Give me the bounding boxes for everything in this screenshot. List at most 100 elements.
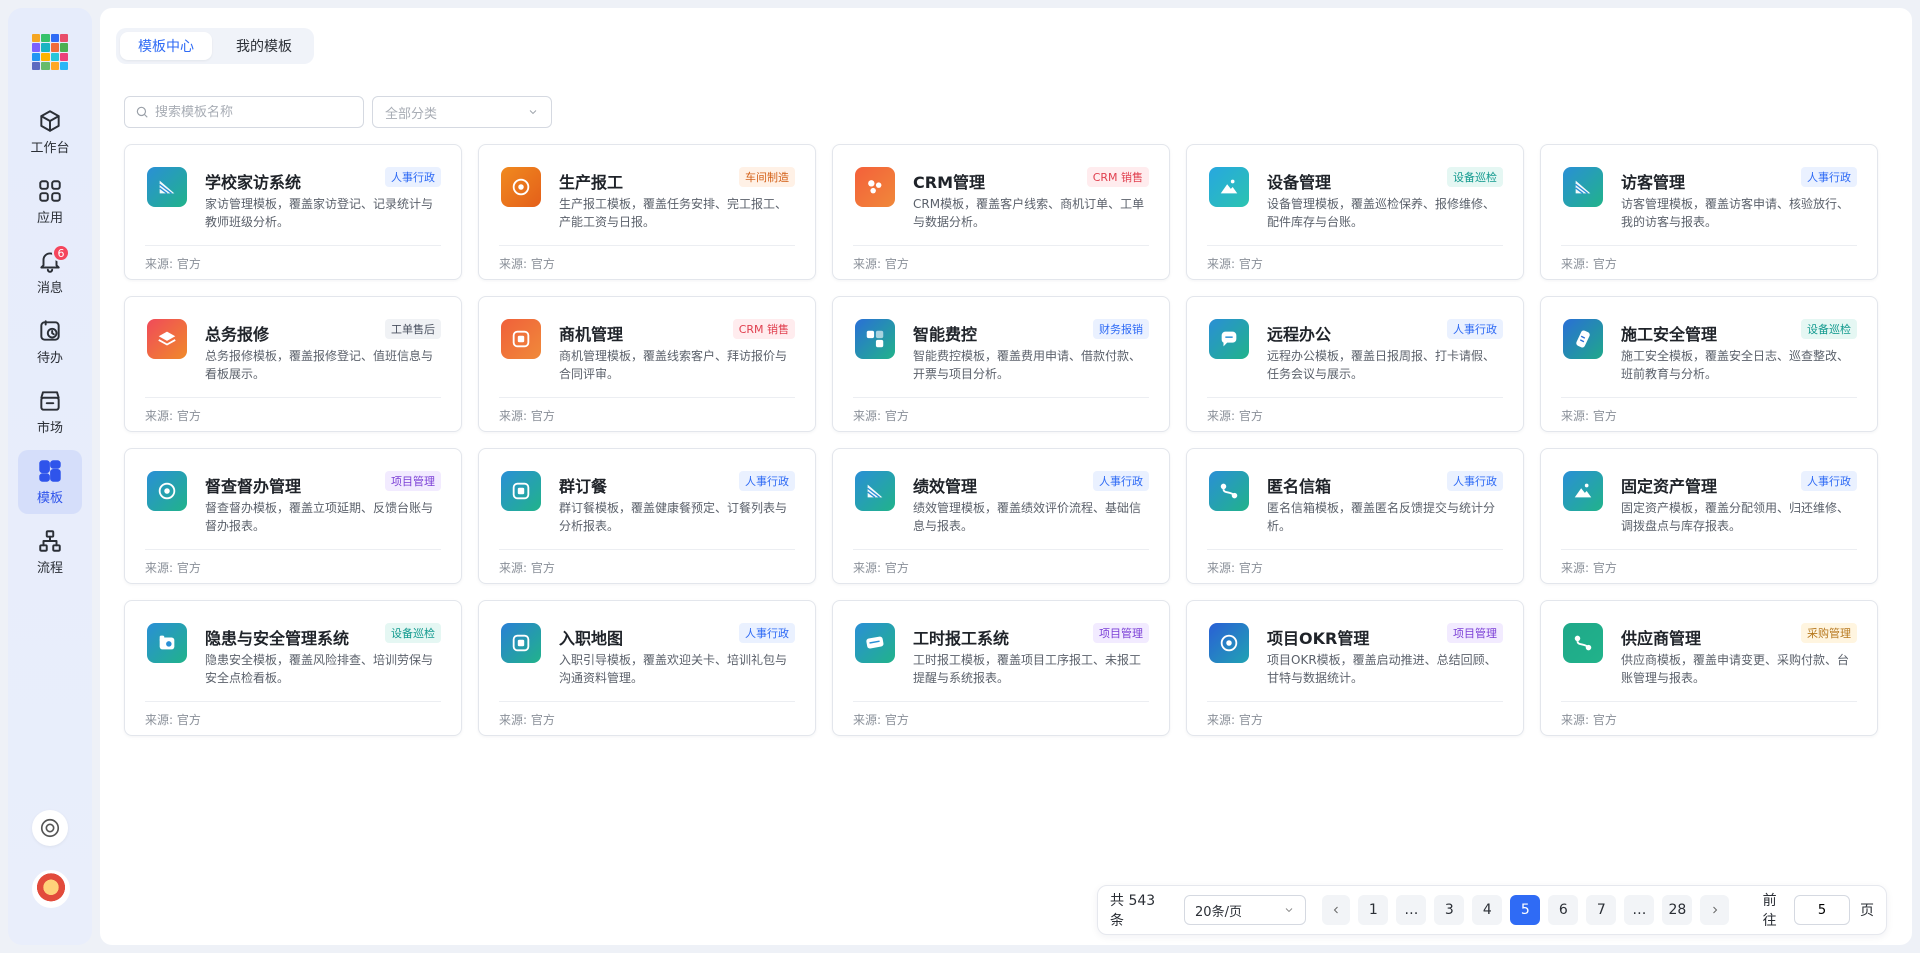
template-name: 群订餐: [559, 477, 608, 496]
category-tag: 人事行政: [1801, 167, 1857, 187]
unread-badge: 6: [52, 244, 70, 262]
template-card[interactable]: 访客管理 人事行政 访客管理模板，覆盖访客申请、核验放行、我的访客与报表。 来源: 官…: [1540, 144, 1878, 280]
template-card[interactable]: 固定资产管理 人事行政 固定资产模板，覆盖分配领用、归还维修、调拨盘点与库存报表。来…: [1540, 448, 1878, 584]
template-card[interactable]: 生产报工 车间制造 生产报工模板，覆盖任务安排、完工报工、产能工资与日报。 来源: 官…: [478, 144, 816, 280]
sidebar-item-3[interactable]: 待办: [18, 310, 82, 374]
category-select-value: 全部分类: [385, 106, 438, 122]
template-source: 来源: 官方: [853, 561, 909, 575]
logo-tile: [59, 61, 68, 70]
nodes-icon: [1220, 483, 1238, 499]
page-button[interactable]: 6: [1548, 895, 1579, 925]
page-button[interactable]: 4: [1472, 895, 1503, 925]
template-card[interactable]: 隐患与安全管理系统 设备巡检 隐患安全模板，覆盖风险排查、培训劳保与安全点检看板。来…: [124, 600, 462, 736]
next-page-button[interactable]: [1700, 895, 1729, 925]
sidebar-item-label: 市场: [36, 421, 63, 436]
sidebar-item-1[interactable]: 应用: [18, 170, 82, 234]
card-divider: [853, 701, 1149, 702]
template-card[interactable]: 供应商管理 采购管理 供应商模板，覆盖申请变更、采购付款、台账管理与报表。 来源: 官…: [1540, 600, 1878, 736]
chevron-right-icon: [1712, 906, 1717, 914]
template-icon-box: [855, 471, 895, 511]
template-card[interactable]: 设备管理 设备巡检 设备管理模板，覆盖巡检保养、报修维修、配件库存与台账。 来源: 官…: [1186, 144, 1524, 280]
template-card[interactable]: 项目OKR管理 项目管理 项目OKR模板，覆盖启动推进、总结回顾、甘特与数据统计。来…: [1186, 600, 1524, 736]
template-card[interactable]: 总务报修 工单售后 总务报修模板，覆盖报修登记、值班信息与看板展示。 来源: 官方: [124, 296, 462, 432]
logo-tile: [32, 61, 41, 70]
card-divider: [499, 245, 795, 246]
sidebar-item-2[interactable]: 消息 6: [18, 240, 82, 304]
page-ellipsis[interactable]: …: [1624, 895, 1655, 925]
template-card[interactable]: 工时报工系统 项目管理 工时报工模板，覆盖项目工序报工、未报工提醒与系统报表。 来源:…: [832, 600, 1170, 736]
card-divider: [853, 397, 1149, 398]
apps-icon: [39, 180, 61, 202]
template-source: 来源: 官方: [145, 257, 201, 271]
template-card[interactable]: 远程办公 人事行政 远程办公模板，覆盖日报周报、打卡请假、任务会议与展示。 来源: 官…: [1186, 296, 1524, 432]
template-source: 来源: 官方: [499, 409, 555, 423]
template-card[interactable]: 学校家访系统 人事行政 家访管理模板，覆盖家访登记、记录统计与教师班级分析。 来源: …: [124, 144, 462, 280]
card-divider: [1207, 701, 1503, 702]
card-divider: [145, 549, 441, 550]
prev-page-button[interactable]: [1322, 895, 1351, 925]
template-name: 商机管理: [559, 325, 624, 344]
category-tag: 工单售后: [385, 319, 441, 339]
template-card[interactable]: 群订餐 人事行政 群订餐模板，覆盖健康餐预定、订餐列表与分析报表。 来源: 官方: [478, 448, 816, 584]
search-input[interactable]: [155, 104, 345, 120]
cube-icon: [40, 110, 60, 132]
logo-tile: [50, 61, 59, 70]
template-description: 生产报工模板，覆盖任务安排、完工报工、产能工资与日报。: [559, 197, 788, 229]
template-description: 隐患安全模板，覆盖风险排查、培训劳保与安全点检看板。: [205, 653, 434, 685]
category-tag: 人事行政: [1447, 319, 1503, 339]
chevron-left-icon: [1333, 906, 1339, 914]
page-size-select[interactable]: 20条/页: [1184, 895, 1307, 925]
template-card[interactable]: CRM管理 CRM 销售 CRM模板，覆盖客户线索、商机订单、工单与数据分析。 来源:…: [832, 144, 1170, 280]
category-select[interactable]: 全部分类: [372, 96, 552, 128]
user-avatar[interactable]: [32, 870, 70, 908]
goto-page: 前往 页: [1763, 890, 1874, 930]
category-tag: CRM 销售: [732, 319, 795, 339]
sidebar-item-0[interactable]: 工作台: [18, 100, 82, 164]
template-icon-box: [147, 167, 187, 207]
app-logo[interactable]: [32, 34, 68, 70]
category-tag: 项目管理: [1447, 623, 1503, 643]
card-divider: [145, 397, 441, 398]
card-divider: [1207, 549, 1503, 550]
page-ellipsis[interactable]: …: [1396, 895, 1427, 925]
tab-my-templates[interactable]: 我的模板: [218, 32, 310, 60]
sidebar-item-4[interactable]: 市场: [18, 380, 82, 444]
template-name: 督查督办管理: [205, 477, 302, 496]
category-tag: 车间制造: [739, 167, 795, 187]
card-divider: [1561, 701, 1857, 702]
template-card[interactable]: 商机管理 CRM 销售 商机管理模板，覆盖线索客户、拜访报价与合同评审。 来源: 官方: [478, 296, 816, 432]
settings-button[interactable]: [32, 810, 68, 846]
page-button[interactable]: 5: [1510, 895, 1541, 925]
card-divider: [1207, 245, 1503, 246]
page-button[interactable]: 3: [1434, 895, 1465, 925]
template-card[interactable]: 督查督办管理 项目管理 督查督办模板，覆盖立项延期、反馈台账与督办报表。 来源: 官方: [124, 448, 462, 584]
template-description: 家访管理模板，覆盖家访登记、记录统计与教师班级分析。: [205, 197, 434, 229]
sidebar-item-5[interactable]: 模板: [18, 450, 82, 514]
template-description: 施工安全模板，覆盖安全日志、巡查整改、班前教育与分析。: [1621, 349, 1850, 381]
template-tabs: 模板中心 我的模板: [116, 28, 314, 64]
template-name: 施工安全管理: [1621, 325, 1718, 344]
goto-label: 前往: [1762, 893, 1777, 929]
template-source: 来源: 官方: [1207, 561, 1263, 575]
template-card[interactable]: 匿名信箱 人事行政 匿名信箱模板，覆盖匿名反馈提交与统计分析。 来源: 官方: [1186, 448, 1524, 584]
template-description: 总务报修模板，覆盖报修登记、值班信息与看板展示。: [205, 349, 434, 381]
card-divider: [1561, 549, 1857, 550]
goto-page-input[interactable]: [1794, 895, 1851, 925]
page-button[interactable]: 28: [1662, 895, 1693, 925]
template-card[interactable]: 施工安全管理 设备巡检 施工安全模板，覆盖安全日志、巡查整改、班前教育与分析。 来源:…: [1540, 296, 1878, 432]
page-button[interactable]: 1: [1358, 895, 1389, 925]
template-description: 项目OKR模板，覆盖启动推进、总结回顾、甘特与数据统计。: [1267, 653, 1497, 685]
template-description: 工时报工模板，覆盖项目工序报工、未报工提醒与系统报表。: [913, 653, 1142, 685]
template-card[interactable]: 绩效管理 人事行政 绩效管理模板，覆盖绩效评价流程、基础信息与报表。 来源: 官方: [832, 448, 1170, 584]
page-button[interactable]: 7: [1586, 895, 1617, 925]
template-card[interactable]: 入职地图 人事行政 入职引导模板，覆盖欢迎关卡、培训礼包与沟通资料管理。 来源: 官方: [478, 600, 816, 736]
template-source: 来源: 官方: [499, 561, 555, 575]
tab-template-center[interactable]: 模板中心: [120, 32, 212, 60]
sidebar-item-6[interactable]: 流程: [18, 520, 82, 584]
template-card[interactable]: 智能费控 财务报销 智能费控模板，覆盖费用申请、借款付款、开票与项目分析。 来源: 官…: [832, 296, 1170, 432]
category-tag: 采购管理: [1801, 623, 1857, 643]
template-grid: 学校家访系统 人事行政 家访管理模板，覆盖家访登记、记录统计与教师班级分析。 来源: …: [124, 144, 1880, 736]
logo-tile: [32, 34, 41, 43]
template-source: 来源: 官方: [1561, 713, 1617, 727]
template-source: 来源: 官方: [853, 409, 909, 423]
